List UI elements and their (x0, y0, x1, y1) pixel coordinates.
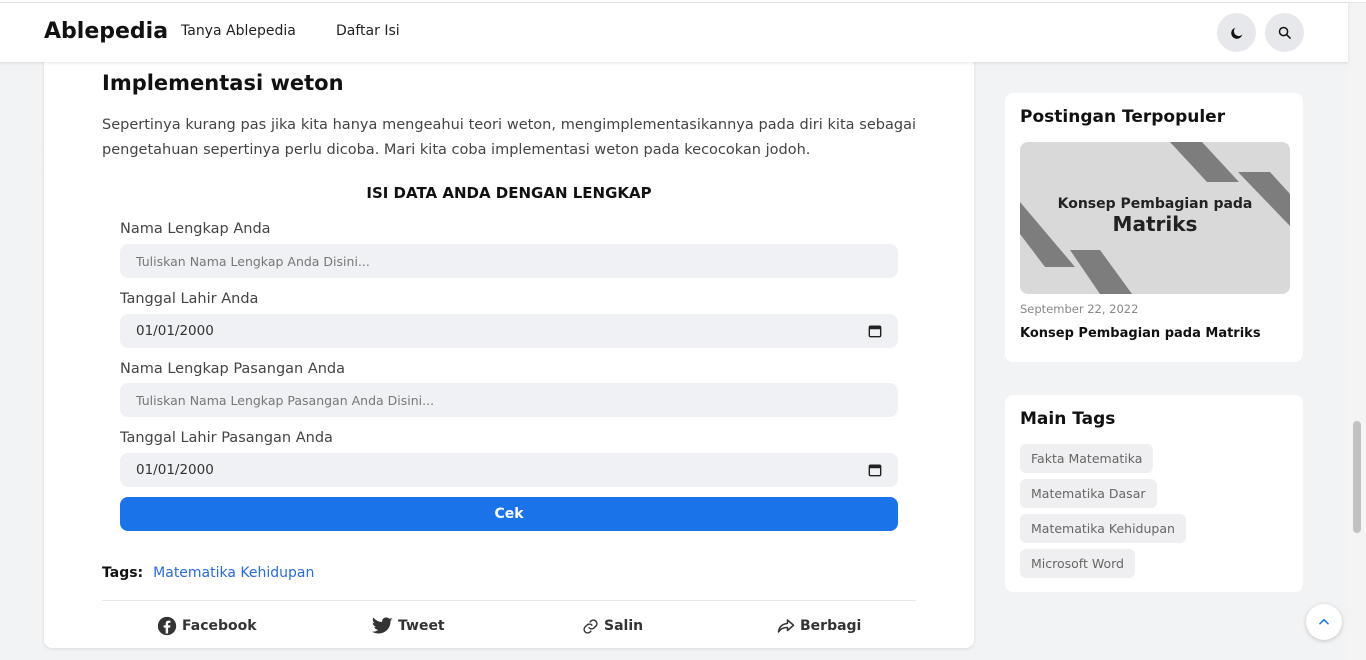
name-input[interactable]: Tuliskan Nama Lengkap Anda Disini... (120, 244, 898, 278)
dob-value: 01/01/2000 (136, 323, 214, 339)
share-label: Berbagi (800, 618, 862, 634)
share-arrow-icon (777, 619, 795, 633)
nav-tanya-ablepedia[interactable]: Tanya Ablepedia (181, 23, 296, 39)
post-thumbnail[interactable]: Konsep Pembagian pada Matriks (1020, 142, 1290, 294)
tweet-label: Tweet (398, 618, 445, 634)
form-title: ISI DATA ANDA DENGAN LENGKAP (366, 184, 652, 202)
partner-dob-label: Tanggal Lahir Pasangan Anda (120, 430, 333, 446)
thumbnail-line-2: Matriks (1112, 212, 1198, 236)
main-tags-widget: Main Tags Fakta Matematika Matematika Da… (1005, 395, 1303, 592)
share-divider (102, 600, 916, 601)
tag-chip[interactable]: Fakta Matematika (1020, 444, 1154, 473)
post-date: September 22, 2022 (1020, 302, 1139, 316)
dob-date-input[interactable]: 01/01/2000 (120, 314, 898, 348)
dob-label: Tanggal Lahir Anda (120, 291, 259, 307)
search-button[interactable] (1265, 13, 1304, 52)
name-label: Nama Lengkap Anda (120, 221, 271, 237)
link-icon (583, 618, 598, 634)
partner-dob-date-input[interactable]: 01/01/2000 (120, 453, 898, 487)
nav-daftar-isi[interactable]: Daftar Isi (336, 23, 400, 39)
section-title: Implementasi weton (102, 71, 344, 95)
main-tags-title: Main Tags (1020, 409, 1116, 429)
page-scrollbar-thumb[interactable] (1353, 421, 1361, 533)
calendar-icon[interactable] (868, 324, 882, 338)
partner-name-label: Nama Lengkap Pasangan Anda (120, 361, 346, 377)
cek-button[interactable]: Cek (120, 497, 898, 531)
dark-mode-button[interactable] (1217, 13, 1256, 52)
search-icon (1278, 26, 1291, 39)
share-facebook-button[interactable]: Facebook (157, 614, 257, 638)
popular-posts-widget: Postingan Terpopuler Konsep Pembagian pa… (1005, 93, 1303, 362)
site-header: Ablepedia Tanya Ablepedia Daftar Isi (0, 3, 1348, 62)
facebook-icon (157, 616, 177, 636)
page-scrollbar-track[interactable] (1348, 3, 1366, 660)
facebook-label: Facebook (182, 618, 257, 634)
site-logo[interactable]: Ablepedia (44, 19, 168, 44)
article-card: Implementasi weton Sepertinya kurang pas… (44, 50, 974, 648)
copy-label: Salin (604, 618, 644, 634)
back-to-top-button[interactable] (1306, 604, 1342, 640)
chevron-up-icon (1319, 618, 1329, 625)
moon-icon (1230, 27, 1242, 39)
calendar-icon[interactable] (868, 463, 882, 477)
partner-name-input[interactable]: Tuliskan Nama Lengkap Pasangan Anda Disi… (120, 383, 898, 417)
share-tweet-button[interactable]: Tweet (372, 614, 445, 638)
tag-chip[interactable]: Matematika Kehidupan (1020, 514, 1186, 543)
thumbnail-line-1: Konsep Pembagian pada (1057, 196, 1253, 212)
article-tags: Tags: Matematika Kehidupan (102, 565, 314, 581)
partner-dob-value: 01/01/2000 (136, 462, 214, 478)
intro-paragraph: Sepertinya kurang pas jika kita hanya me… (102, 117, 916, 158)
tag-chip[interactable]: Matematika Dasar (1020, 479, 1157, 508)
tags-label: Tags: (102, 565, 144, 581)
twitter-icon (372, 617, 393, 634)
popular-posts-title: Postingan Terpopuler (1020, 107, 1226, 127)
tag-chip[interactable]: Microsoft Word (1020, 549, 1135, 578)
share-more-button[interactable]: Berbagi (777, 614, 861, 638)
popular-post-title[interactable]: Konsep Pembagian pada Matriks (1020, 326, 1261, 341)
tag-link-matematika-kehidupan[interactable]: Matematika Kehidupan (153, 565, 314, 581)
share-copy-button[interactable]: Salin (582, 614, 643, 638)
